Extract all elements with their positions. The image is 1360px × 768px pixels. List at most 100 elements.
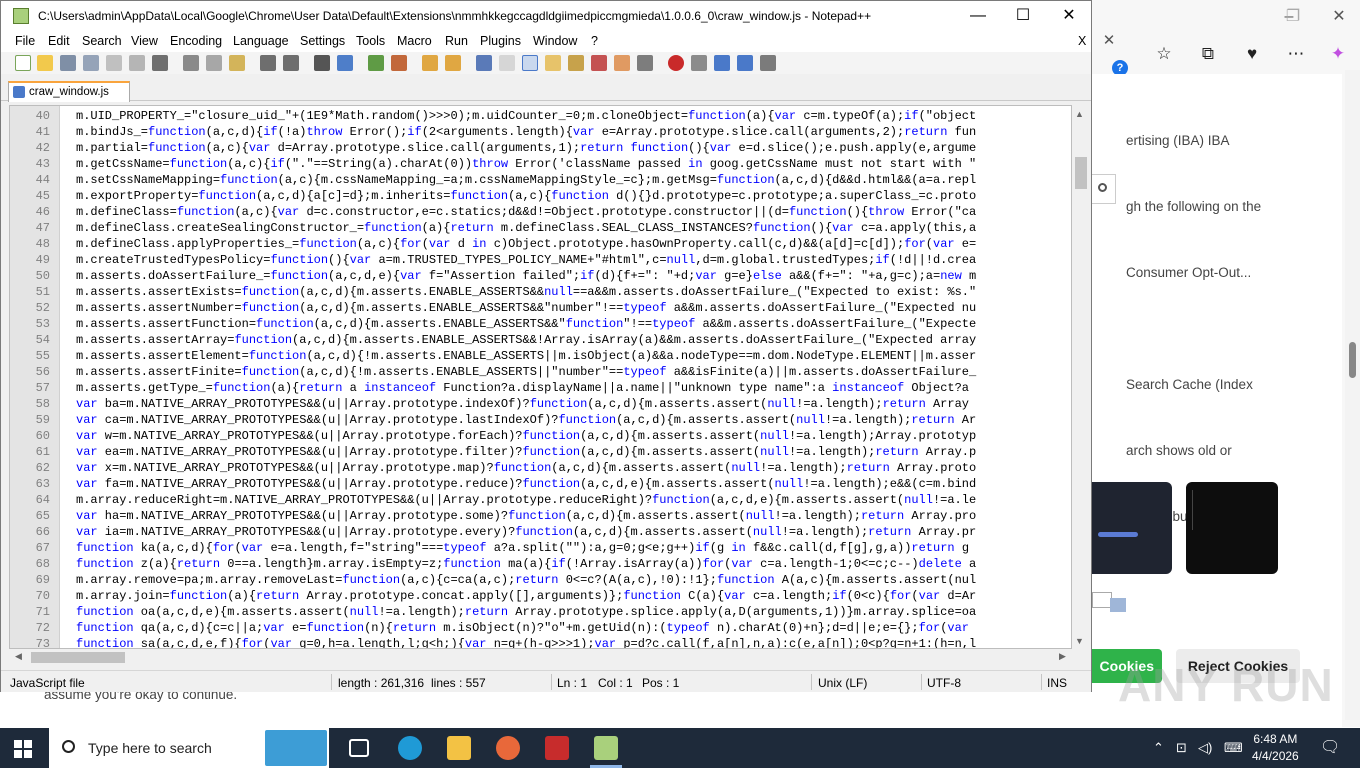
- menu-help[interactable]: ?: [591, 34, 598, 48]
- replace-icon[interactable]: [337, 55, 353, 71]
- taskbar: Type here to search ⌃ ⊡ ◁) ⌨ 6:48 AM 4/4…: [0, 728, 1360, 768]
- screenshot-thumbnail[interactable]: [1186, 482, 1278, 574]
- minimize-icon[interactable]: —: [963, 5, 993, 27]
- menu-edit[interactable]: Edit: [48, 34, 70, 48]
- collections-icon[interactable]: ⧉: [1194, 40, 1222, 68]
- run-macro-multiple-icon[interactable]: [737, 55, 753, 71]
- scroll-thumb[interactable]: [1349, 342, 1356, 378]
- close-document-button[interactable]: X: [1078, 34, 1086, 48]
- status-eol[interactable]: Unix (LF): [818, 676, 867, 690]
- close-icon[interactable]: ✕: [1054, 5, 1084, 27]
- open-file-icon[interactable]: [37, 55, 53, 71]
- paste-icon[interactable]: [229, 55, 245, 71]
- edge-app-icon[interactable]: [398, 736, 422, 760]
- maximize-icon[interactable]: ☐: [1008, 5, 1038, 27]
- network-icon[interactable]: ⊡: [1176, 740, 1187, 756]
- undo-icon[interactable]: [260, 55, 276, 71]
- scroll-up-icon[interactable]: ▲: [1075, 109, 1084, 119]
- view-toggle-icon[interactable]: [1110, 598, 1126, 612]
- menu-tools[interactable]: Tools: [356, 34, 385, 48]
- menu-window[interactable]: Window: [533, 34, 577, 48]
- edge-title-bar: – ❐ ✕: [1092, 0, 1360, 33]
- zoom-out-icon[interactable]: [391, 55, 407, 71]
- horizontal-scrollbar[interactable]: ◀ ▶: [9, 649, 1072, 666]
- play-macro-icon[interactable]: [714, 55, 730, 71]
- sync-horizontal-icon[interactable]: [445, 55, 461, 71]
- taskbar-search-box[interactable]: Type here to search: [49, 728, 329, 768]
- code-line: m.createTrustedTypesPolicy=function(){va…: [76, 253, 977, 267]
- monitoring-icon[interactable]: [637, 55, 653, 71]
- copy-icon[interactable]: [206, 55, 222, 71]
- status-bar: JavaScript file length : 261,316 lines :…: [1, 670, 1091, 692]
- sync-vertical-icon[interactable]: [422, 55, 438, 71]
- firefox-app-icon[interactable]: [496, 736, 520, 760]
- menu-view[interactable]: View: [131, 34, 158, 48]
- file-explorer-icon[interactable]: [447, 736, 471, 760]
- stop-macro-icon[interactable]: [691, 55, 707, 71]
- zoom-in-icon[interactable]: [368, 55, 384, 71]
- code-line: var w=m.NATIVE_ARRAY_PROTOTYPES&&(u||Arr…: [76, 429, 977, 443]
- find-icon[interactable]: [314, 55, 330, 71]
- search-box[interactable]: [1092, 174, 1116, 204]
- function-list-icon[interactable]: [591, 55, 607, 71]
- favorite-star-icon[interactable]: ☆: [1150, 40, 1178, 68]
- line-number: 73: [35, 637, 50, 649]
- restore-icon[interactable]: ❐: [1282, 6, 1304, 28]
- tab-craw-window[interactable]: craw_window.js: [8, 81, 130, 102]
- show-all-chars-icon[interactable]: [499, 55, 515, 71]
- save-icon[interactable]: [60, 55, 76, 71]
- close-icon[interactable]: ✕: [1328, 6, 1350, 28]
- save-all-icon[interactable]: [83, 55, 99, 71]
- menu-run[interactable]: Run: [445, 34, 468, 48]
- system-clock[interactable]: 6:48 AM 4/4/2026: [1252, 731, 1299, 765]
- save-macro-icon[interactable]: [760, 55, 776, 71]
- scroll-thumb[interactable]: [31, 652, 125, 663]
- doc-map-icon[interactable]: [568, 55, 584, 71]
- screenshot-thumbnail[interactable]: [1078, 482, 1172, 574]
- word-wrap-icon[interactable]: [476, 55, 492, 71]
- edge-page-content: ertising (IBA) IBA gh the following on t…: [1078, 74, 1342, 727]
- code-editor[interactable]: 40 41 42 43 44 45 46 47 48 49 50 51 52 53 54 55 56 57 58 59…: [9, 105, 1072, 649]
- notepad-taskbar-icon[interactable]: [594, 736, 618, 760]
- notifications-icon[interactable]: 🗨: [1320, 737, 1340, 757]
- scroll-right-icon[interactable]: ▶: [1059, 651, 1066, 662]
- record-macro-icon[interactable]: [668, 55, 684, 71]
- more-menu-icon[interactable]: ⋯: [1282, 40, 1310, 68]
- code-line: m.getCssName=function(a,c){if("."==Strin…: [76, 157, 977, 171]
- app-icon[interactable]: [545, 736, 569, 760]
- close-file-icon[interactable]: [106, 55, 122, 71]
- scroll-down-icon[interactable]: ▼: [1075, 636, 1084, 646]
- close-all-icon[interactable]: [129, 55, 145, 71]
- indent-guide-icon[interactable]: [522, 55, 538, 71]
- scroll-thumb[interactable]: [1075, 157, 1087, 189]
- edge-scrollbar[interactable]: [1345, 70, 1360, 720]
- menu-language[interactable]: Language: [233, 34, 289, 48]
- menu-search[interactable]: Search: [82, 34, 122, 48]
- folder-workspace-icon[interactable]: [614, 55, 630, 71]
- volume-icon[interactable]: ◁): [1198, 740, 1212, 756]
- menu-plugins[interactable]: Plugins: [480, 34, 521, 48]
- redo-icon[interactable]: [283, 55, 299, 71]
- copilot-icon[interactable]: ✦: [1324, 40, 1352, 68]
- edge-browser-window: – ❐ ✕ ✕ ? ☆ ⧉ ♥ ⋯ ✦ ertising (IBA) IBA g…: [1078, 0, 1360, 727]
- udl-icon[interactable]: [545, 55, 561, 71]
- print-icon[interactable]: [152, 55, 168, 71]
- new-file-icon[interactable]: [15, 55, 31, 71]
- menu-settings[interactable]: Settings: [300, 34, 345, 48]
- status-encoding[interactable]: UTF-8: [927, 676, 961, 690]
- menu-encoding[interactable]: Encoding: [170, 34, 222, 48]
- scroll-left-icon[interactable]: ◀: [15, 651, 22, 662]
- menu-file[interactable]: File: [15, 34, 35, 48]
- close-icon[interactable]: ✕: [1098, 30, 1120, 52]
- browser-essentials-icon[interactable]: ♥: [1238, 40, 1266, 68]
- line-number: 68: [35, 557, 50, 571]
- cut-icon[interactable]: [183, 55, 199, 71]
- language-icon[interactable]: ⌨: [1224, 740, 1243, 756]
- vertical-scrollbar[interactable]: ▲ ▼: [1072, 105, 1089, 665]
- tray-chevron-icon[interactable]: ⌃: [1153, 740, 1164, 756]
- task-view-icon[interactable]: [349, 739, 369, 757]
- status-insert-mode[interactable]: INS: [1047, 676, 1067, 690]
- menu-macro[interactable]: Macro: [397, 34, 432, 48]
- view-toggle-icon[interactable]: [1092, 592, 1112, 608]
- windows-start-icon[interactable]: [14, 740, 32, 758]
